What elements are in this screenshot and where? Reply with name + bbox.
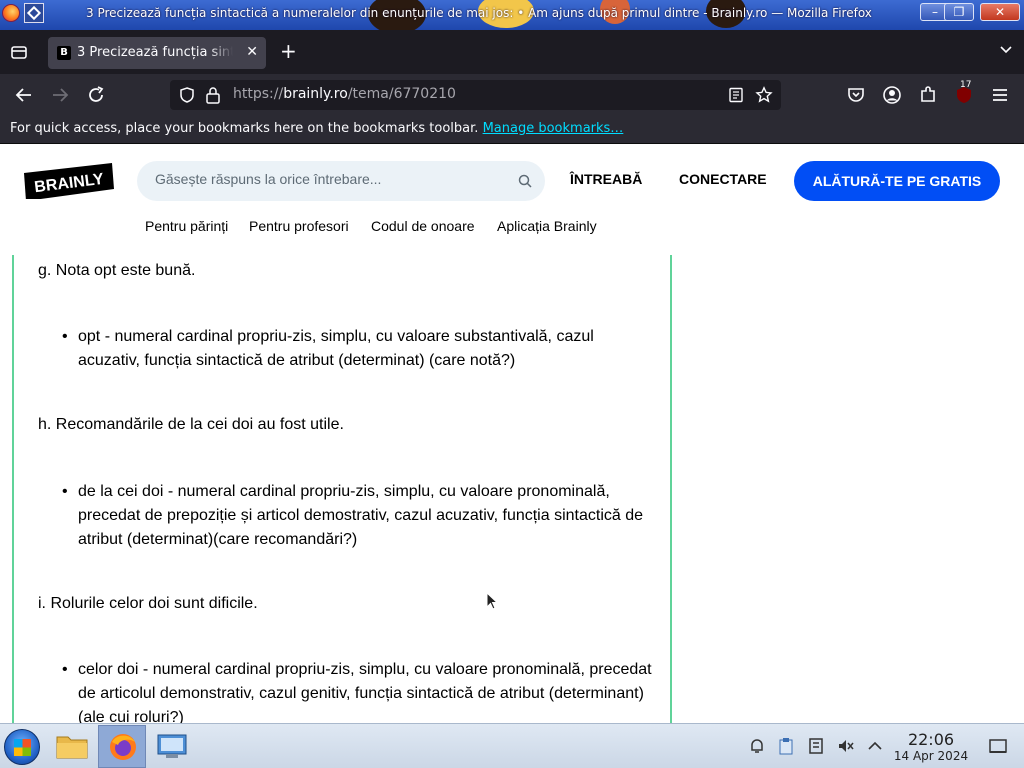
bookmarks-message: For quick access, place your bookmarks h… [10, 121, 479, 136]
tab-strip: B 3 Precizează funcția sintactică ✕ + [0, 30, 1024, 74]
example-sentence: i. Rolurile celor doi sunt dificile. [38, 595, 258, 612]
bookmarks-toolbar: For quick access, place your bookmarks h… [0, 116, 1024, 144]
pocket-icon[interactable] [846, 85, 866, 105]
window-title: 3 Precizează funcția sintactică a numera… [86, 6, 872, 20]
firefox-view-icon[interactable] [10, 43, 28, 61]
tab-title: 3 Precizează funcția sintactică [77, 45, 233, 60]
reload-icon[interactable] [86, 85, 106, 105]
join-free-button[interactable]: ALĂTURĂ-TE PE GRATIS [794, 161, 1000, 201]
firefox-icon [110, 734, 136, 760]
example-sentence: h. Recomandările de la cei doi au fost u… [38, 416, 344, 433]
login-link[interactable]: CONECTARE [679, 171, 767, 187]
ask-question-link[interactable]: ÎNTREABĂ [570, 171, 642, 187]
brainly-logo[interactable]: BRAINLY [24, 163, 114, 199]
tab-active[interactable]: B 3 Precizează funcția sintactică ✕ [48, 37, 266, 69]
hamburger-menu-icon[interactable] [990, 85, 1010, 105]
folder-icon [56, 736, 88, 759]
subnav-parents[interactable]: Pentru părinți [145, 218, 228, 234]
explanation-bullet: celor doi - numeral cardinal propriu-zis… [62, 658, 653, 723]
extensions-puzzle-icon[interactable] [918, 85, 938, 105]
reader-view-icon[interactable] [728, 87, 744, 103]
explanation-bullet: opt - numeral cardinal propriu-zis, simp… [62, 325, 653, 373]
address-bar[interactable]: https://brainly.ro/tema/6770210 [170, 80, 781, 110]
start-menu-button[interactable] [4, 729, 40, 765]
back-arrow-icon[interactable] [14, 85, 34, 105]
site-header: BRAINLY ÎNTREABĂ CONECTARE ALĂTURĂ-TE PE… [0, 145, 1024, 255]
taskbar: 22:06 14 Apr 2024 [0, 723, 1024, 768]
forward-arrow-icon[interactable] [50, 85, 70, 105]
url-text[interactable]: https://brainly.ro/tema/6770210 [233, 86, 456, 102]
removable-drive-icon[interactable] [807, 737, 825, 755]
search-input[interactable] [155, 171, 505, 187]
list-all-tabs-icon[interactable] [1000, 44, 1012, 56]
maximize-button[interactable]: ❐ [944, 3, 974, 21]
tab-close-icon[interactable]: ✕ [246, 44, 258, 60]
firefox-task[interactable] [98, 725, 146, 768]
navigation-toolbar: https://brainly.ro/tema/6770210 17 [0, 74, 1024, 116]
manage-bookmarks-link[interactable]: Manage bookmarks… [483, 121, 624, 136]
show-desktop-icon[interactable] [989, 737, 1007, 755]
example-sentence: g. Nota opt este bună. [38, 262, 196, 279]
lock-icon[interactable] [205, 86, 221, 104]
tray-expand-icon[interactable] [866, 737, 884, 755]
brainly-favicon-icon: B [57, 46, 71, 60]
window-title-bar[interactable]: 3 Precizează funcția sintactică a numera… [0, 0, 1024, 30]
clock-time: 22:06 [907, 730, 955, 749]
clock-date: 14 Apr 2024 [893, 749, 969, 763]
tracking-shield-icon[interactable] [178, 86, 196, 104]
search-bar[interactable] [137, 161, 545, 201]
bookmark-star-icon[interactable] [755, 86, 773, 104]
volume-muted-icon[interactable] [837, 737, 855, 755]
new-tab-button[interactable]: + [280, 40, 297, 62]
file-manager-task[interactable] [48, 725, 96, 768]
mouse-cursor-icon [486, 592, 498, 610]
control-panel-task[interactable] [148, 725, 196, 768]
search-icon[interactable] [518, 174, 532, 188]
subnav-honor-code[interactable]: Codul de onoare [371, 218, 475, 234]
subnav-brainly-app[interactable]: Aplicația Brainly [497, 218, 597, 234]
firefox-logo-icon [2, 4, 20, 22]
close-window-button[interactable]: ✕ [980, 3, 1020, 21]
window-menu-icon[interactable] [24, 3, 44, 23]
page-content: g. Nota opt este bună. opt - numeral car… [0, 255, 1024, 723]
notification-bell-icon[interactable] [748, 737, 766, 755]
clipboard-icon[interactable] [777, 737, 795, 755]
system-clock[interactable]: 22:06 14 Apr 2024 [893, 730, 969, 763]
extension-badge-count: 17 [960, 80, 972, 90]
explanation-bullet: de la cei doi - numeral cardinal propriu… [62, 480, 653, 552]
account-icon[interactable] [882, 85, 902, 105]
subnav-teachers[interactable]: Pentru profesori [249, 218, 349, 234]
bookmarks-hint: For quick access, place your bookmarks h… [10, 121, 623, 136]
control-panel-icon [157, 734, 187, 758]
